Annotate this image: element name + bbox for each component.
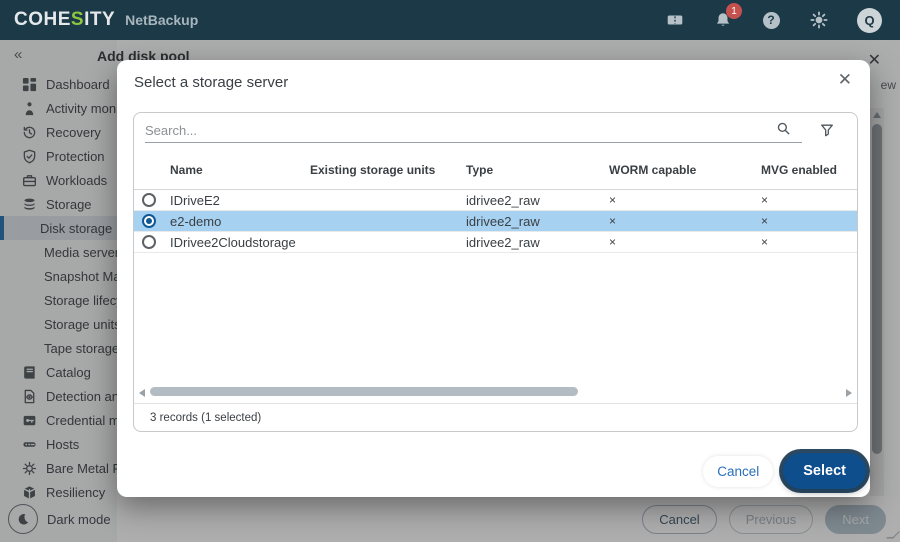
horizontal-scrollbar[interactable]	[134, 383, 857, 403]
topbar-actions: 1 ? Q	[665, 8, 886, 33]
search-input[interactable]	[145, 119, 802, 143]
cell-worm: ×	[603, 193, 755, 207]
brand-cohe: COHE	[14, 9, 71, 31]
cell-type: idrivee2_raw	[460, 193, 603, 208]
column-header-name: Name	[164, 163, 304, 177]
brand-s-green: S	[71, 9, 84, 31]
cohesity-netbackup-logo: COHESITY NetBackup	[14, 9, 198, 31]
dialog-actions: Cancel Select	[703, 453, 866, 489]
radio-button[interactable]	[142, 193, 156, 207]
dialog-close-icon[interactable]: ✕	[838, 70, 852, 90]
column-header-type: Type	[460, 163, 603, 177]
table-row-selected[interactable]: e2-demo idrivee2_raw × ×	[134, 211, 857, 232]
dialog-title: Select a storage server	[134, 74, 288, 91]
filter-funnel-icon[interactable]	[820, 123, 834, 142]
screen: COHESITY NetBackup 1 ? Q «	[0, 0, 900, 542]
user-avatar[interactable]: Q	[857, 8, 882, 33]
cell-type: idrivee2_raw	[460, 235, 603, 250]
storage-server-table-container: Name Existing storage units Type WORM ca…	[133, 112, 858, 432]
table-row[interactable]: IDrivee2Cloudstorage idrivee2_raw × ×	[134, 232, 857, 253]
search-icon[interactable]	[776, 121, 791, 141]
support-ticket-icon[interactable]	[665, 10, 685, 30]
cell-mvg: ×	[755, 193, 857, 207]
dialog-select-button[interactable]: Select	[783, 453, 866, 489]
scroll-left-arrow-icon[interactable]	[139, 389, 145, 397]
top-bar: COHESITY NetBackup 1 ? Q	[0, 0, 900, 40]
cell-type: idrivee2_raw	[460, 214, 603, 229]
brand-ity: ITY	[84, 9, 115, 31]
horizontal-scrollbar-thumb[interactable]	[150, 387, 578, 396]
help-icon[interactable]: ?	[761, 10, 781, 30]
search-row	[134, 113, 857, 150]
cell-mvg: ×	[755, 235, 857, 249]
settings-gear-icon[interactable]	[809, 10, 829, 30]
column-header-worm: WORM capable	[603, 163, 755, 177]
table-empty-area	[134, 253, 857, 383]
notifications-bell-icon[interactable]: 1	[713, 10, 733, 30]
table-header-row: Name Existing storage units Type WORM ca…	[134, 150, 857, 190]
table-row[interactable]: IDriveE2 idrivee2_raw × ×	[134, 190, 857, 211]
cell-name: IDrivee2Cloudstorage	[164, 235, 304, 250]
product-name: NetBackup	[125, 12, 198, 28]
cell-worm: ×	[603, 235, 755, 249]
column-header-existing-units: Existing storage units	[304, 163, 460, 177]
cell-name: e2-demo	[164, 214, 304, 229]
column-header-mvg: MVG enabled	[755, 163, 857, 177]
radio-button[interactable]	[142, 235, 156, 249]
cell-name: IDriveE2	[164, 193, 304, 208]
select-storage-server-dialog: Select a storage server ✕ Name Existing …	[117, 60, 870, 497]
records-count: 3 records (1 selected)	[134, 403, 857, 431]
dialog-cancel-button[interactable]: Cancel	[703, 456, 773, 487]
cell-mvg: ×	[755, 214, 857, 228]
scroll-right-arrow-icon[interactable]	[846, 389, 852, 397]
cell-worm: ×	[603, 214, 755, 228]
notification-badge: 1	[726, 3, 742, 19]
radio-button-selected[interactable]	[142, 214, 156, 228]
